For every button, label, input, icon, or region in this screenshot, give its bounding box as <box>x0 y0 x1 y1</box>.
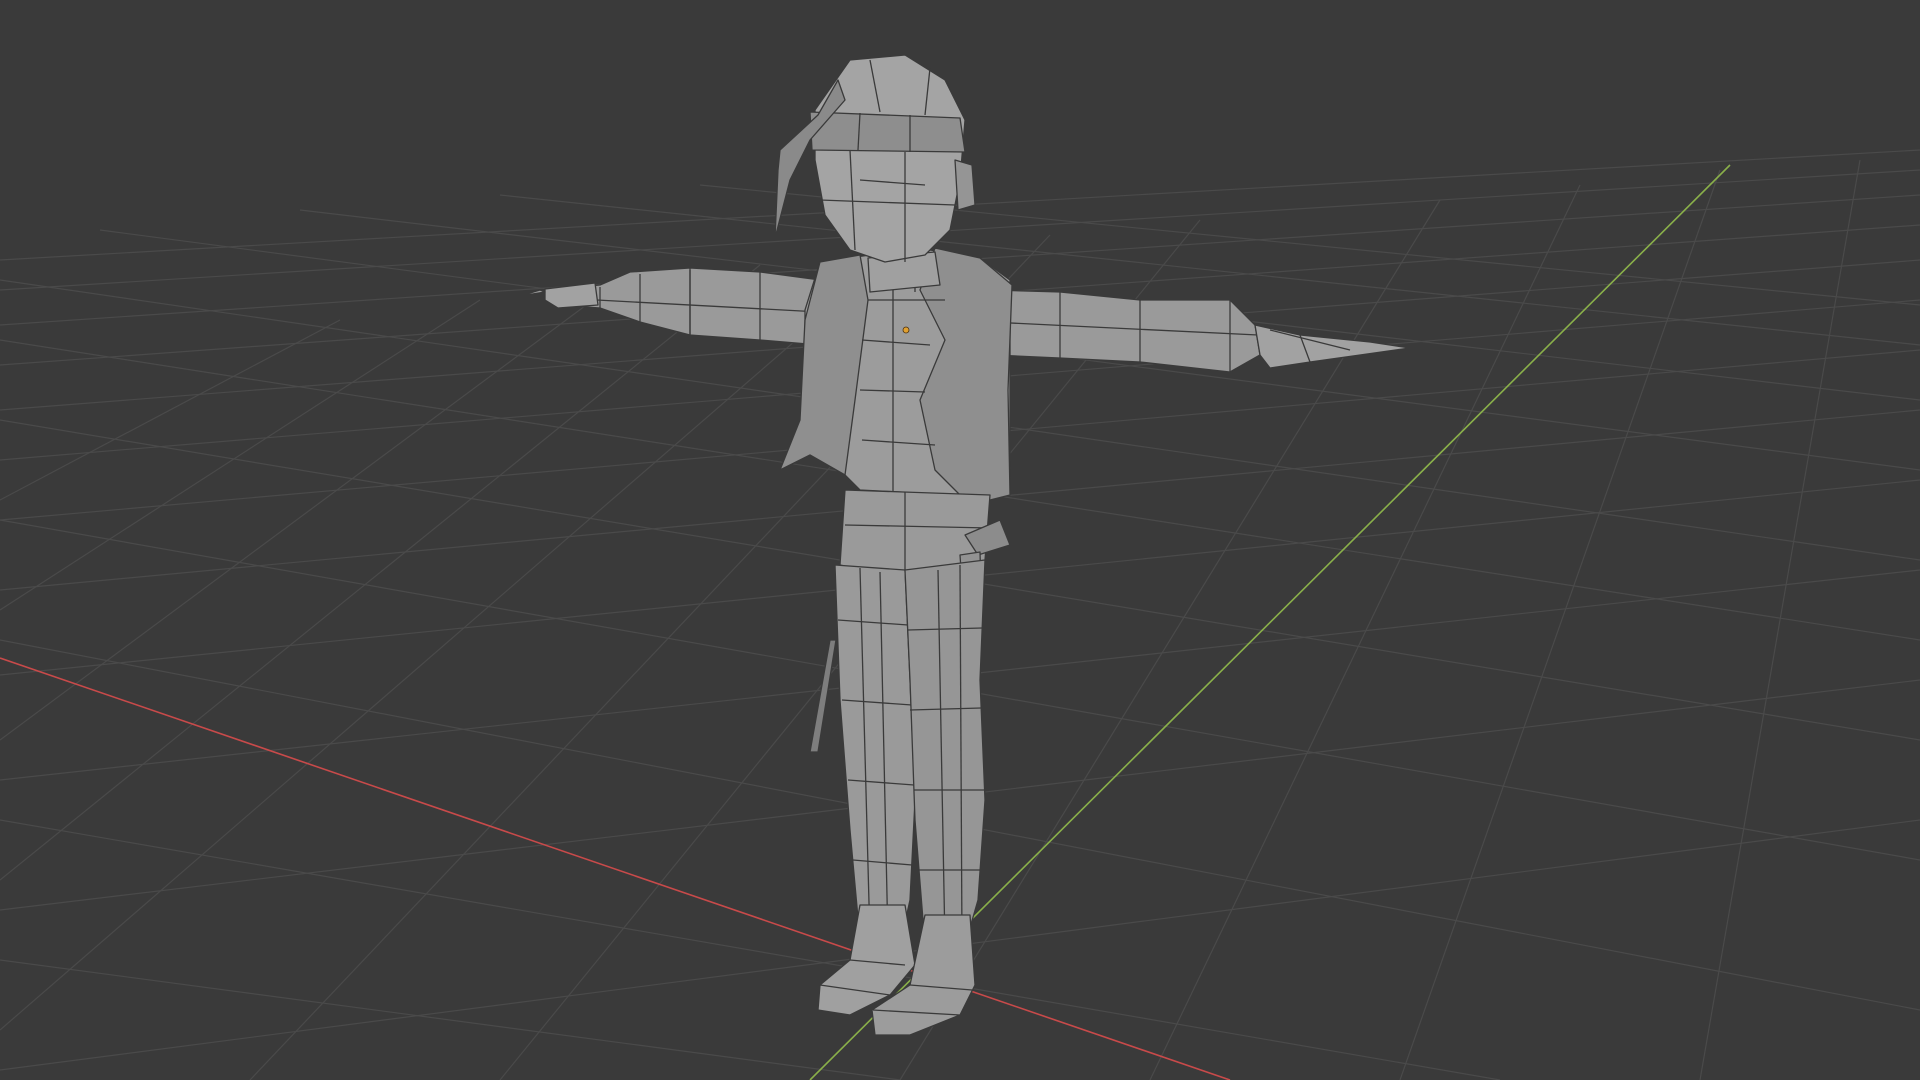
3d-viewport[interactable] <box>0 0 1920 1080</box>
object-origin-marker[interactable] <box>902 326 910 334</box>
strap <box>809 639 837 753</box>
viewport-canvas[interactable] <box>0 0 1920 1080</box>
headband <box>809 111 966 153</box>
right-arm[interactable] <box>989 289 1261 373</box>
left-hand[interactable] <box>544 282 599 309</box>
jacket-lapel-right <box>919 247 1013 506</box>
ear-piece <box>954 159 976 211</box>
x-axis-line <box>0 657 1231 1080</box>
right-leg[interactable] <box>904 559 986 946</box>
